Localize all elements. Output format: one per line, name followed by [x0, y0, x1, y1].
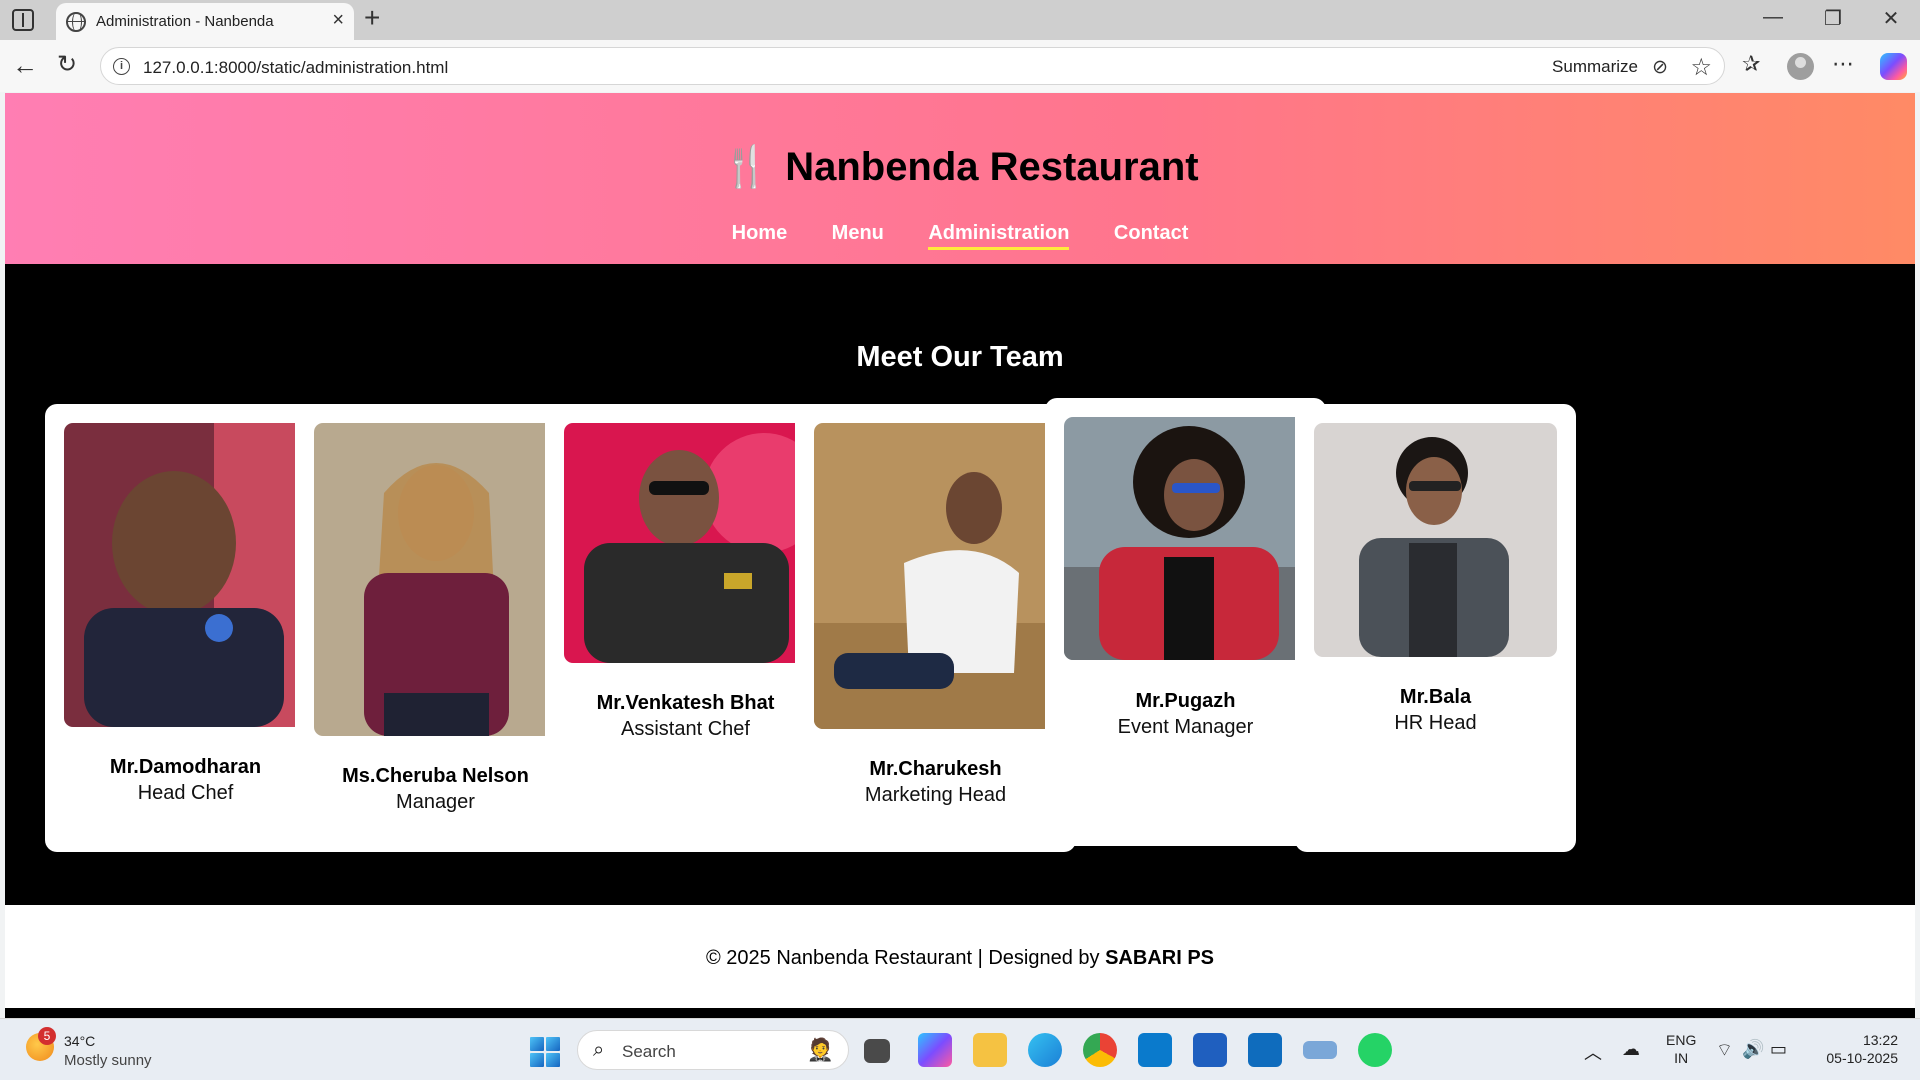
team-photo — [64, 423, 307, 727]
browser-toolbar: ← ↻ i 127.0.0.1:8000/static/administrati… — [0, 40, 1920, 92]
team-name: Mr.Venkatesh Bhat — [596, 692, 775, 714]
weather-notification-badge: 5 — [38, 1027, 56, 1045]
cisco-app-icon[interactable] — [1303, 1041, 1337, 1059]
nav-home[interactable]: Home — [732, 222, 788, 247]
language-code: ENG — [1666, 1032, 1697, 1048]
clock-time: 13:22 — [1862, 1032, 1898, 1048]
team-photo — [564, 423, 807, 663]
site-info-icon[interactable]: i — [113, 58, 130, 75]
footer-divider — [5, 1008, 1915, 1018]
site-title-text: Nanbenda Restaurant — [785, 145, 1199, 189]
tray-chevron-icon[interactable]: ︿ — [1584, 1039, 1602, 1065]
team-card: Mr.Damodharan Head Chef — [45, 404, 326, 852]
team-name: Ms.Cheruba Nelson — [342, 765, 529, 787]
task-view-icon[interactable] — [864, 1039, 890, 1063]
footer-text: © 2025 Nanbenda Restaurant | Designed by… — [5, 947, 1915, 970]
footer-author: SABARI PS — [1105, 947, 1214, 969]
search-highlight-icon: 🤵 — [806, 1037, 834, 1062]
site-footer: © 2025 Nanbenda Restaurant | Designed by… — [5, 905, 1915, 1008]
copilot-app-icon[interactable] — [918, 1033, 952, 1067]
nav-administration[interactable]: Administration — [928, 222, 1070, 250]
system-clock[interactable]: 13:22 05-10-2025 — [1808, 1031, 1898, 1067]
profile-avatar-icon[interactable] — [1787, 53, 1814, 80]
favorites-icon[interactable]: ✰ — [1742, 51, 1760, 77]
team-card: Ms.Cheruba Nelson Manager — [295, 404, 576, 852]
minimize-icon[interactable]: — — [1750, 6, 1796, 29]
search-icon: ⌕ — [593, 1039, 605, 1061]
nav-menu[interactable]: Menu — [832, 222, 884, 247]
team-role: Head Chef — [137, 782, 234, 804]
team-role: HR Head — [1394, 712, 1477, 734]
team-photo — [1064, 417, 1307, 660]
taskbar-search[interactable]: ⌕ Search 🤵 — [577, 1030, 849, 1070]
team-photo — [314, 423, 557, 736]
tab-title: Administration - Nanbenda — [96, 13, 274, 30]
footer-copyright: © 2025 Nanbenda Restaurant | Designed by — [706, 947, 1106, 969]
weather-description[interactable]: Mostly sunny — [64, 1052, 152, 1069]
nav-contact[interactable]: Contact — [1114, 222, 1188, 247]
whatsapp-icon[interactable] — [1358, 1033, 1392, 1067]
team-role: Assistant Chef — [621, 718, 750, 740]
team-card: Mr.Pugazh Event Manager — [1045, 398, 1326, 846]
team-role: Marketing Head — [864, 784, 1007, 806]
weather-temperature[interactable]: 34°C — [64, 1033, 95, 1049]
microsoft-store-icon[interactable] — [1193, 1033, 1227, 1067]
team-card: Mr.Venkatesh Bhat Assistant Chef — [545, 404, 826, 852]
restore-icon[interactable]: ❐ — [1810, 6, 1856, 31]
team-role: Manager — [396, 791, 475, 813]
address-url[interactable]: 127.0.0.1:8000/static/administration.htm… — [143, 58, 448, 78]
copilot-icon[interactable] — [1880, 53, 1907, 80]
file-explorer-icon[interactable] — [973, 1033, 1007, 1067]
vscode-icon[interactable] — [1138, 1033, 1172, 1067]
main-nav: Home Menu Administration Contact — [5, 222, 1915, 250]
more-options-icon[interactable]: ⋯ — [1832, 51, 1854, 77]
new-tab-icon[interactable]: + — [364, 2, 380, 34]
reload-icon[interactable]: ↻ — [57, 50, 77, 79]
battery-icon[interactable]: ▭ — [1770, 1039, 1787, 1060]
wifi-icon[interactable]: ⌔ — [1716, 1039, 1733, 1062]
windows-start-icon[interactable] — [530, 1037, 560, 1067]
address-bar[interactable]: i 127.0.0.1:8000/static/administration.h… — [100, 47, 1725, 85]
team-name: Mr.Bala — [1399, 686, 1472, 708]
favorite-star-icon[interactable]: ☆ — [1690, 53, 1712, 82]
globe-icon — [66, 12, 86, 32]
team-role: Event Manager — [1117, 716, 1254, 738]
summarize-icon[interactable]: ⊘ — [1652, 56, 1668, 79]
site-header: 🍴 Nanbenda Restaurant Home Menu Administr… — [5, 93, 1915, 264]
windows-taskbar: 5 34°C Mostly sunny ⌕ Search 🤵 ︿ ☁ ENG I… — [0, 1018, 1920, 1080]
site-title: 🍴 Nanbenda Restaurant — [5, 143, 1915, 190]
chrome-icon[interactable] — [1083, 1033, 1117, 1067]
team-name: Mr.Pugazh — [1135, 690, 1236, 712]
close-tab-icon[interactable]: × — [332, 9, 344, 32]
team-name: Mr.Damodharan — [109, 756, 262, 778]
team-photo — [1314, 423, 1557, 657]
browser-tab-bar: Administration - Nanbenda × + — ❐ ✕ — [0, 0, 1920, 40]
tab-actions-icon[interactable] — [12, 9, 34, 31]
team-card: Mr.Bala HR Head — [1295, 404, 1576, 852]
language-indicator[interactable]: ENG IN — [1666, 1031, 1696, 1067]
clock-date: 05-10-2025 — [1826, 1050, 1898, 1066]
team-card: Mr.Charukesh Marketing Head — [795, 404, 1076, 852]
onedrive-cloud-icon[interactable]: ☁ — [1622, 1039, 1640, 1060]
region-code: IN — [1674, 1050, 1689, 1066]
back-icon[interactable]: ← — [12, 50, 38, 81]
edge-browser-icon[interactable] — [1028, 1033, 1062, 1067]
page-viewport: 🍴 Nanbenda Restaurant Home Menu Administr… — [5, 93, 1915, 1018]
volume-icon[interactable]: 🔊 — [1742, 1039, 1764, 1060]
summarize-button[interactable]: Summarize — [1552, 57, 1638, 77]
outlook-icon[interactable] — [1248, 1033, 1282, 1067]
close-window-icon[interactable]: ✕ — [1868, 6, 1914, 31]
browser-tab[interactable]: Administration - Nanbenda × — [56, 3, 354, 40]
taskbar-search-label: Search — [622, 1042, 676, 1061]
fork-knife-icon: 🍴 — [721, 145, 772, 189]
section-title: Meet Our Team — [856, 341, 1064, 373]
team-photo — [814, 423, 1057, 729]
team-name: Mr.Charukesh — [869, 758, 1002, 780]
